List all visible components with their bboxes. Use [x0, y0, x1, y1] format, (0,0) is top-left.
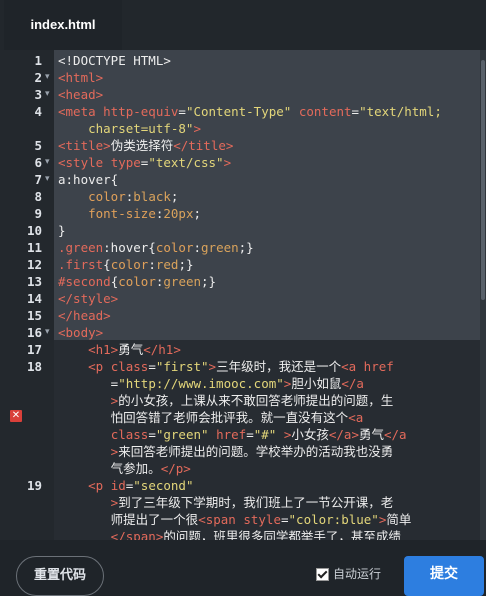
line-number: 9 — [34, 206, 42, 221]
code-line[interactable]: 19 <p id="second" — [0, 477, 480, 494]
line-number: 19 — [26, 478, 42, 493]
auto-run-label: 自动运行 — [333, 567, 382, 581]
code-text: </span>的问题，班里很多同学都举手了，甚至成绩 — [58, 529, 401, 540]
line-number: 11 — [26, 240, 42, 255]
code-text: <h1>勇气</h1> — [88, 342, 181, 357]
line-number: 2 — [34, 70, 42, 85]
code-line[interactable]: 12 .first{color:red;} — [0, 256, 480, 273]
code-line[interactable]: 气参加。</p> — [0, 460, 480, 477]
line-number: 14 — [26, 291, 42, 306]
code-text: a:hover{ — [58, 172, 119, 187]
code-text: </style> — [58, 291, 119, 306]
line-number: 18 — [26, 359, 42, 374]
code-text: >来回答老师提出的问题。学校举办的活动我也没勇 — [58, 444, 394, 459]
code-line[interactable]: </span>的问题，班里很多同学都举手了，甚至成绩 — [0, 528, 480, 540]
code-text: <p class="first">三年级时，我还是一个<a href — [88, 359, 394, 374]
code-line[interactable]: class="green" href="#" >小女孩</a>勇气</a — [0, 426, 480, 443]
code-editor[interactable]: 1 <!DOCTYPE HTML> 2 ▾ <html> 3 ▾ <head> 4 <meta h… — [0, 50, 480, 540]
code-text: color:black; — [88, 189, 179, 204]
code-line[interactable]: 5 <title>伪类选择符</title> — [0, 137, 480, 154]
code-text: <p id="second" — [88, 478, 194, 493]
code-text: font-size:20px; — [88, 206, 202, 221]
code-text: <meta http-equiv="Content-Type" content=… — [58, 104, 442, 119]
code-text: <body> — [58, 325, 104, 340]
line-number: 6 — [34, 155, 42, 170]
code-text: >到了三年级下学期时，我们班上了一节公开课，老 — [58, 495, 394, 510]
line-number: 16 — [26, 325, 42, 340]
code-line[interactable]: 11 .green:hover{color:green;} — [0, 239, 480, 256]
tab-bar: index.html — [0, 0, 486, 50]
line-number: 12 — [26, 257, 42, 272]
line-number: 5 — [34, 138, 42, 153]
code-line[interactable]: 师提出了一个很<span style="color:blue">简单 — [0, 511, 480, 528]
code-line[interactable]: 怕回答错了老师会批评我。就一直没有这个<a — [0, 409, 480, 426]
line-number: 1 — [34, 53, 42, 68]
code-line[interactable]: >到了三年级下学期时，我们班上了一节公开课，老 — [0, 494, 480, 511]
code-line[interactable]: 10} — [0, 222, 480, 239]
chevron-down-icon[interactable]: ▾ — [45, 171, 50, 188]
code-line[interactable]: 2 ▾ <html> — [0, 69, 480, 86]
code-line[interactable]: ="http://www.imooc.com">胆小如鼠</a — [0, 375, 480, 392]
line-number: 4 — [34, 104, 42, 119]
code-line[interactable]: 15 </head> — [0, 307, 480, 324]
code-text: </head> — [58, 308, 111, 323]
code-line[interactable]: 7 ▾ a:hover{ — [0, 171, 480, 188]
code-text: 气参加。</p> — [58, 461, 191, 476]
code-text: >的小女孩，上课从来不敢回答老师提出的问题，生 — [58, 393, 394, 408]
line-number: 15 — [26, 308, 42, 323]
line-number: 13 — [26, 274, 42, 289]
line-number: 7 — [34, 172, 42, 187]
code-line[interactable]: 3 ▾ <head> — [0, 86, 480, 103]
code-line[interactable]: 1 <!DOCTYPE HTML> — [0, 52, 480, 69]
chevron-down-icon[interactable]: ▾ — [45, 154, 50, 171]
code-text: ="http://www.imooc.com">胆小如鼠</a — [58, 376, 364, 391]
tab-index-html[interactable]: index.html — [4, 0, 122, 50]
code-text: #second{color:green;} — [58, 274, 217, 289]
code-text: charset=utf-8"> — [58, 121, 201, 136]
line-number: 10 — [26, 223, 42, 238]
code-text: <style type="text/css"> — [58, 155, 232, 170]
code-line[interactable]: 6 ▾ <style type="text/css"> — [0, 154, 480, 171]
code-line[interactable]: >来回答老师提出的问题。学校举办的活动我也没勇 — [0, 443, 480, 460]
line-number: 8 — [34, 189, 42, 204]
chevron-down-icon[interactable]: ▾ — [45, 86, 50, 103]
code-line[interactable]: 9 font-size:20px; — [0, 205, 480, 222]
auto-run-toggle[interactable]: 自动运行 — [316, 565, 382, 582]
code-line[interactable]: 14 </style> — [0, 290, 480, 307]
code-text: } — [58, 223, 66, 238]
submit-button[interactable]: 提交 — [404, 556, 484, 596]
code-line[interactable]: >的小女孩，上课从来不敢回答老师提出的问题，生 — [0, 392, 480, 409]
code-text: <head> — [58, 87, 104, 102]
code-text: 怕回答错了老师会批评我。就一直没有这个<a — [58, 410, 364, 425]
code-line[interactable]: 17 <h1>勇气</h1> — [0, 341, 480, 358]
code-line[interactable]: 13 #second{color:green;} — [0, 273, 480, 290]
chevron-down-icon[interactable]: ▾ — [45, 69, 50, 86]
code-line[interactable]: 16 ▾ <body> — [0, 324, 480, 341]
scrollbar-thumb[interactable] — [481, 60, 485, 300]
code-text: <html> — [58, 70, 104, 85]
code-text: .first{color:red;} — [58, 257, 194, 272]
code-text: <title>伪类选择符</title> — [58, 138, 234, 153]
reset-code-button[interactable]: 重置代码 — [16, 556, 104, 596]
code-line[interactable]: 8 color:black; — [0, 188, 480, 205]
code-line[interactable]: 4 <meta http-equiv="Content-Type" content… — [0, 103, 480, 120]
line-number: 17 — [26, 342, 42, 357]
code-line[interactable]: charset=utf-8"> — [0, 120, 480, 137]
error-x-icon[interactable]: ✕ — [10, 410, 22, 422]
code-text: <!DOCTYPE HTML> — [58, 53, 171, 68]
line-number: 3 — [34, 87, 42, 102]
code-text: .green:hover{color:green;} — [58, 240, 254, 255]
code-text: class="green" href="#" >小女孩</a>勇气</a — [110, 427, 407, 442]
auto-run-checkbox[interactable] — [316, 568, 329, 582]
code-line[interactable]: 18 <p class="first">三年级时，我还是一个<a href — [0, 358, 480, 375]
chevron-down-icon[interactable]: ▾ — [45, 324, 50, 341]
code-text: 师提出了一个很<span style="color:blue">简单 — [58, 512, 412, 527]
